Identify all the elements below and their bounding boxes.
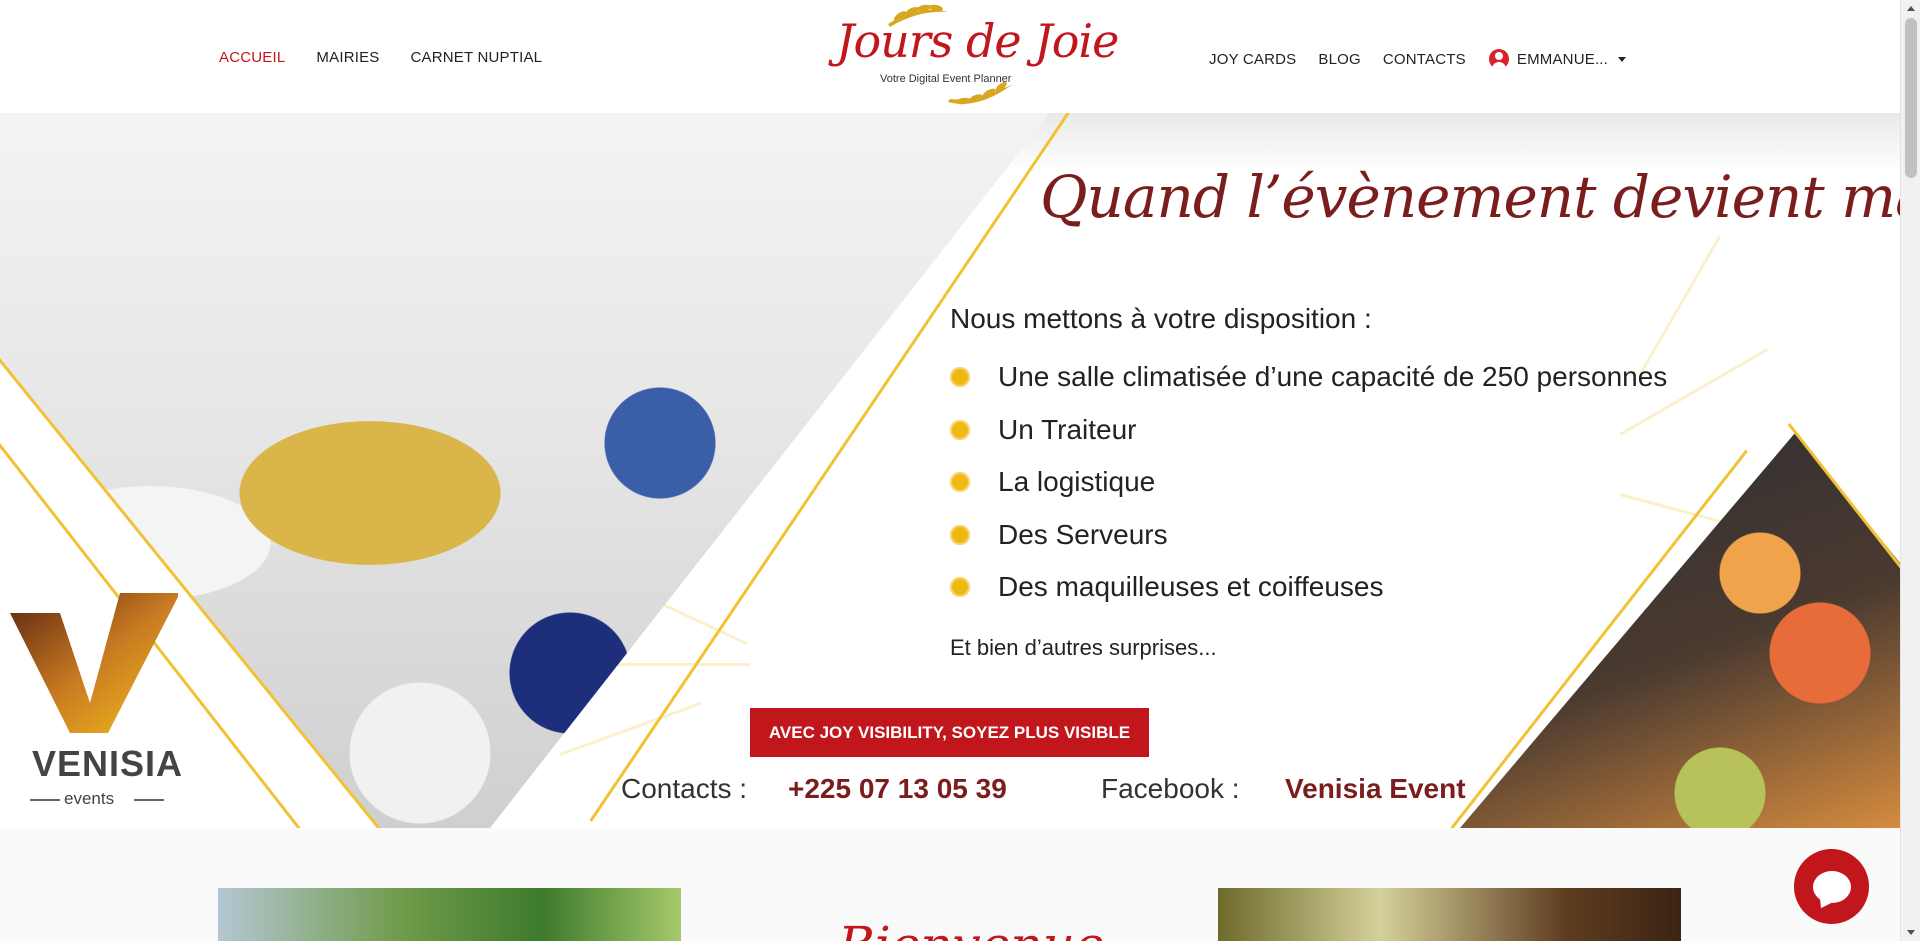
facebook-label: Facebook : [1101, 773, 1240, 804]
list-item: Une salle climatisée d’une capacité de 2… [950, 351, 1667, 404]
venisia-sub: events [64, 789, 115, 808]
welcome-section: Bienvenue [0, 828, 1900, 941]
divider [134, 799, 164, 801]
nav-contacts[interactable]: CONTACTS [1383, 51, 1466, 68]
caret-down-icon [1618, 56, 1627, 62]
facebook-name: Venisia Event [1285, 773, 1466, 804]
site-logo[interactable]: Jours de Joie Votre Digital Event Planne… [828, 2, 1119, 112]
nav-right: JOY CARDS BLOG CONTACTS EMMANUE... [1209, 49, 1627, 69]
nav-carnet-nuptial[interactable]: CARNET NUPTIAL [411, 49, 543, 66]
list-item: La logistique [950, 456, 1667, 509]
logo-name: Jours de Joie [836, 14, 1119, 68]
nav-joy-cards[interactable]: JOY CARDS [1209, 51, 1296, 68]
banner-intro: Nous mettons à votre disposition : [950, 303, 1372, 334]
bullet-dot-icon [950, 577, 970, 598]
scroll-down-icon[interactable] [1907, 930, 1915, 935]
service-text: Une salle climatisée d’une capacité de 2… [998, 361, 1668, 393]
bullet-dot-icon [950, 524, 970, 545]
service-text: Un Traiteur [998, 413, 1137, 445]
user-menu[interactable]: EMMANUE... [1488, 49, 1627, 69]
user-circle-icon [1488, 49, 1509, 69]
joy-visibility-button[interactable]: AVEC JOY VISIBILITY, SOYEZ PLUS VISIBLE [750, 708, 1149, 757]
divider [30, 799, 60, 801]
nav-left: ACCUEIL MAIRIES CARNET NUPTIAL [219, 49, 542, 66]
bullet-dot-icon [950, 419, 970, 440]
services-list: Une salle climatisée d’une capacité de 2… [950, 351, 1667, 614]
contacts-phone: +225 07 13 05 39 [788, 773, 1007, 804]
nav-blog[interactable]: BLOG [1318, 51, 1360, 68]
navbar: ACCUEIL MAIRIES CARNET NUPTIAL Jours de … [0, 0, 1900, 113]
list-item: Des maquilleuses et coiffeuses [950, 561, 1667, 614]
service-text: La logistique [998, 466, 1156, 498]
list-item: Des Serveurs [950, 509, 1667, 562]
list-item: Un Traiteur [950, 404, 1667, 457]
service-text: Des maquilleuses et coiffeuses [998, 571, 1384, 603]
chat-bubble-icon [1812, 870, 1851, 903]
bullet-dot-icon [950, 367, 970, 388]
venisia-v-icon [10, 593, 178, 733]
chat-button[interactable] [1794, 849, 1869, 924]
gallery-image-right[interactable] [1218, 888, 1681, 941]
user-name: EMMANUE... [1516, 50, 1609, 68]
page: ACCUEIL MAIRIES CARNET NUPTIAL Jours de … [0, 0, 1920, 941]
logo-tagline: Votre Digital Event Planner [880, 73, 1012, 85]
banner-outro: Et bien d’autres surprises... [950, 635, 1217, 660]
hero-banner: Quand l’évènement devient magie ! Nous m… [0, 113, 1900, 828]
scroll-thumb[interactable] [1905, 18, 1917, 178]
service-text: Des Serveurs [998, 518, 1168, 550]
nav-accueil[interactable]: ACCUEIL [219, 49, 285, 66]
scroll-up-icon[interactable] [1907, 6, 1915, 11]
banner-headline: Quand l’évènement devient magie ! [1040, 163, 1900, 231]
scrollbar[interactable] [1900, 0, 1920, 941]
nav-mairies[interactable]: MAIRIES [316, 49, 379, 66]
gallery-image-left[interactable] [218, 888, 681, 941]
welcome-title: Bienvenue [838, 916, 1104, 941]
contacts-label: Contacts : [621, 773, 748, 804]
venisia-logo: VENISIA events [8, 593, 188, 823]
bullet-dot-icon [950, 472, 970, 493]
venisia-name: VENISIA [32, 743, 184, 784]
